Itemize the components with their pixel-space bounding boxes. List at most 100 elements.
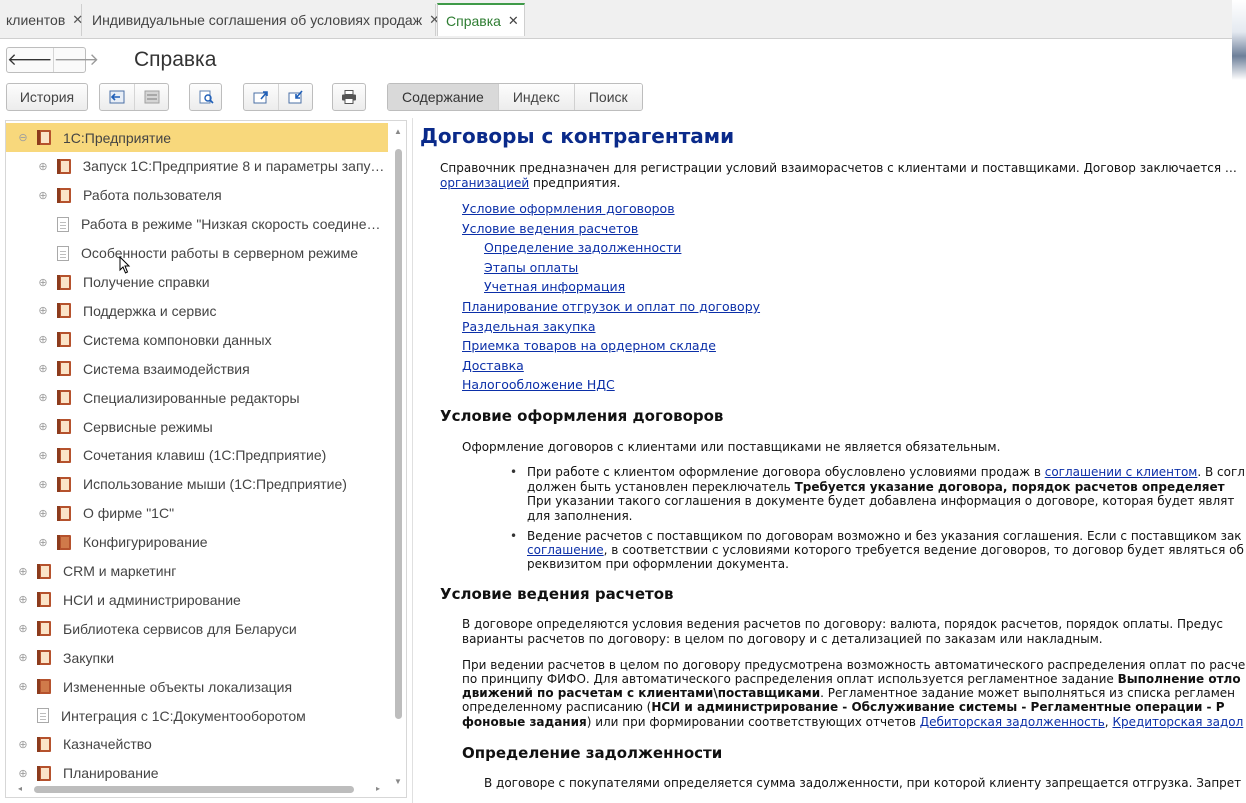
expand-icon[interactable]: ⊕ xyxy=(38,362,48,375)
tree-item[interactable]: ⊕ CRM и маркетинг xyxy=(6,557,388,586)
expand-icon[interactable]: ⊕ xyxy=(38,391,48,404)
tree-item[interactable]: ⊕ Система взаимодействия xyxy=(6,354,388,383)
expand-icon[interactable]: ⊕ xyxy=(38,160,48,173)
tab-help[interactable]: Справка ✕ xyxy=(437,3,525,36)
tree-item[interactable]: ⊕ Специализированные редакторы xyxy=(6,383,388,412)
expand-icon[interactable]: ⊕ xyxy=(18,767,28,780)
scroll-right-icon[interactable]: ▸ xyxy=(376,784,380,793)
sync-left-icon xyxy=(109,90,125,104)
toc-link[interactable]: Учетная информация xyxy=(484,279,625,294)
sync-right-button[interactable] xyxy=(134,84,168,110)
book-icon xyxy=(57,187,71,203)
tree-item[interactable]: ⊕ Система компоновки данных xyxy=(6,325,388,354)
tree-item[interactable]: ⊕ Запуск 1С:Предприятие 8 и параметры зап… xyxy=(6,152,388,181)
expand-icon[interactable]: ⊕ xyxy=(38,449,48,462)
book-icon xyxy=(56,158,71,174)
search-document-button[interactable] xyxy=(189,83,222,111)
agreement-link[interactable]: соглашение xyxy=(527,543,604,557)
tab-index[interactable]: Индекс xyxy=(497,84,574,110)
section-heading: Условие ведения расчетов xyxy=(440,585,674,603)
scroll-up-icon[interactable]: ▲ xyxy=(393,127,403,139)
tab-agreements[interactable]: Индивидуальные соглашения об условиях пр… xyxy=(84,4,440,36)
toc-link[interactable]: Раздельная закупка xyxy=(462,319,596,334)
closed-book-icon xyxy=(37,679,51,695)
tab-clients[interactable]: клиентов ✕ xyxy=(0,4,83,36)
arrow-left-icon[interactable]: 🡐 xyxy=(7,48,53,72)
toc-link[interactable]: Этапы оплаты xyxy=(484,260,578,275)
tree-item[interactable]: Интеграция с 1С:Документооборотом xyxy=(6,701,388,730)
toc-link[interactable]: Планирование отгрузок и оплат по договор… xyxy=(462,299,760,314)
expand-icon[interactable]: ⊕ xyxy=(18,651,28,664)
tree-item[interactable]: Работа в режиме "Низкая скорость соедине… xyxy=(6,210,388,239)
tab-bar: клиентов ✕ Индивидуальные соглашения об … xyxy=(0,0,1246,39)
tree-item[interactable]: ⊕ Поддержка и сервис xyxy=(6,296,388,325)
tree-item[interactable]: ⊕ Измененные объекты локализация xyxy=(6,672,388,701)
scroll-thumb[interactable] xyxy=(34,786,354,793)
close-icon[interactable]: ✕ xyxy=(508,13,519,29)
client-agreement-link[interactable]: соглашении с клиентом xyxy=(1045,465,1198,479)
expand-icon[interactable]: ⊕ xyxy=(18,738,28,751)
expand-icon[interactable]: ⊕ xyxy=(38,478,48,491)
expand-icon[interactable]: ⊕ xyxy=(38,276,48,289)
expand-icon[interactable]: ⊕ xyxy=(38,304,48,317)
receivables-report-link[interactable]: Дебиторская задолженность xyxy=(920,715,1105,729)
tab-search[interactable]: Поиск xyxy=(573,84,642,110)
toc-link[interactable]: Условие ведения расчетов xyxy=(462,221,638,236)
sync-left-button[interactable] xyxy=(100,84,134,110)
window-edge-decoration xyxy=(1232,0,1246,80)
toc-link[interactable]: Доставка xyxy=(462,358,524,373)
tree-item[interactable]: ⊕ Использование мыши (1С:Предприятие) xyxy=(6,470,388,499)
tree-item[interactable]: ⊖ 1С:Предприятие xyxy=(6,123,388,152)
expand-icon[interactable]: ⊕ xyxy=(38,536,48,549)
tree-item-label: Поддержка и сервис xyxy=(83,302,217,319)
tree-item-label: О фирме "1С" xyxy=(83,505,175,522)
expand-icon[interactable]: ⊕ xyxy=(18,593,28,606)
print-button[interactable] xyxy=(332,83,366,111)
tree-item[interactable]: ⊕ Конфигурирование xyxy=(6,528,388,557)
expand-icon[interactable]: ⊕ xyxy=(18,680,28,693)
sync-buttons xyxy=(99,83,169,111)
expand-icon[interactable]: ⊕ xyxy=(38,189,48,202)
export-button[interactable] xyxy=(244,84,278,110)
toc-link[interactable]: Условие оформления договоров xyxy=(462,201,675,216)
expand-icon[interactable]: ⊕ xyxy=(18,622,28,635)
history-button[interactable]: История xyxy=(6,83,88,111)
import-button[interactable] xyxy=(278,84,312,110)
tree-item[interactable]: ⊕ Сочетания клавиш (1С:Предприятие) xyxy=(6,441,388,470)
tree-item[interactable]: ⊕ О фирме "1С" xyxy=(6,499,388,528)
tree-item[interactable]: ⊕ Сервисные режимы xyxy=(6,412,388,441)
tree-item-label: Интеграция с 1С:Документооборотом xyxy=(61,707,306,724)
tree-item[interactable]: ⊕ Закупки xyxy=(6,643,388,672)
tree-item[interactable]: ⊕ НСИ и администрирование xyxy=(6,585,388,614)
tab-label: Справка xyxy=(446,12,501,29)
sync-right-icon xyxy=(144,90,159,104)
tree-item[interactable]: Особенности работы в серверном режиме xyxy=(6,239,388,268)
expand-icon[interactable]: ⊕ xyxy=(38,420,48,433)
book-icon xyxy=(57,332,71,348)
expand-icon[interactable]: ⊕ xyxy=(18,565,28,578)
tab-contents[interactable]: Содержание xyxy=(388,84,498,110)
scroll-down-icon[interactable]: ▼ xyxy=(393,777,403,789)
close-icon[interactable]: ✕ xyxy=(72,12,83,28)
scroll-left-icon[interactable]: ◂ xyxy=(18,784,22,793)
tree-item[interactable]: ⊕ Получение справки xyxy=(6,268,388,297)
organization-link[interactable]: организацией xyxy=(440,176,529,190)
scroll-thumb[interactable] xyxy=(395,149,402,719)
vertical-scrollbar[interactable]: ▲ ▼ xyxy=(393,127,403,789)
toc-link[interactable]: Приемка товаров на ордерном складе xyxy=(462,338,716,353)
tree-item-label: Специализированные редакторы xyxy=(83,389,300,406)
expand-icon[interactable]: ⊕ xyxy=(38,333,48,346)
export-import-buttons xyxy=(243,83,313,111)
book-icon xyxy=(57,361,71,377)
tree-item[interactable]: ⊕ Казначейство xyxy=(6,730,388,759)
print-icon xyxy=(342,90,356,104)
tree-item[interactable]: ⊕ Библиотека сервисов для Беларуси xyxy=(6,614,388,643)
toc-link[interactable]: Налогообложение НДС xyxy=(462,377,615,392)
horizontal-scrollbar[interactable]: ◂ ▸ xyxy=(12,784,384,794)
tree-item[interactable]: ⊕ Работа пользователя xyxy=(6,181,388,210)
arrow-right-icon[interactable]: 🡒 xyxy=(52,48,99,72)
collapse-icon[interactable]: ⊖ xyxy=(18,131,28,144)
payables-report-link[interactable]: Кредиторская задол xyxy=(1112,715,1243,729)
expand-icon[interactable]: ⊕ xyxy=(38,507,48,520)
toc-link[interactable]: Определение задолженности xyxy=(484,240,681,255)
